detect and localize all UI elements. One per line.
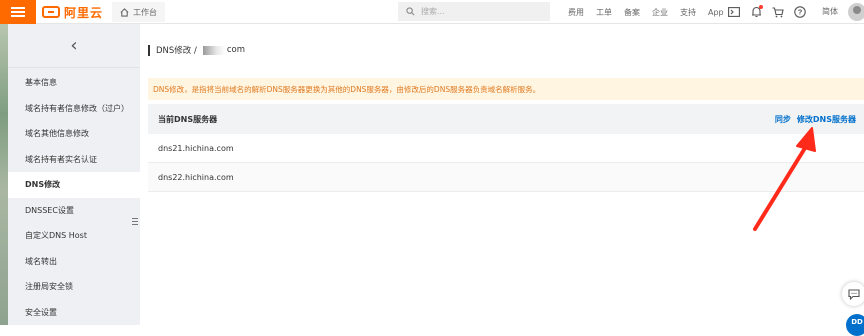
dns-server-value: dns22.hichina.com [158,172,234,182]
sidebar-item-real-name[interactable]: 域名持有者实名认证 [8,147,140,173]
workbench-button[interactable]: 工作台 [112,2,165,22]
sidebar-item-other-info[interactable]: 域名其他信息修改 [8,121,140,147]
avatar[interactable] [848,3,864,21]
chat-icon[interactable] [842,282,864,306]
redacted-domain [202,45,225,55]
sidebar-item-security[interactable]: 安全设置 [8,300,140,326]
home-icon [120,7,129,17]
menu-icon[interactable] [0,0,36,24]
back-chevron-icon[interactable]: ‹ [8,24,140,68]
language-switcher[interactable]: 简体 [822,6,838,17]
cart-icon[interactable] [772,6,784,18]
dns-server-value: dns21.hichina.com [158,143,234,153]
nav-link-tickets[interactable]: 工单 [590,7,618,18]
workbench-label: 工作台 [133,7,157,17]
breadcrumb: DNS修改 / com [148,44,245,56]
info-notice: DNS修改，是指将当前域名的解析DNS服务器更换为其他的DNS服务器，由修改后的… [148,78,864,100]
search-input[interactable]: 搜索... [398,2,550,21]
modify-dns-server-link[interactable]: 修改DNS服务器 [797,114,856,125]
assistant-badge[interactable]: DD [846,314,864,336]
bell-icon[interactable] [750,5,763,18]
top-nav-links: 费用 工单 备案 企业 支持 App [562,0,730,24]
column-header-dns-server: 当前DNS服务器 [158,114,218,124]
nav-link-enterprise[interactable]: 企业 [646,7,674,18]
nav-link-support[interactable]: 支持 [674,7,702,18]
help-icon[interactable]: ? [794,6,806,18]
nav-link-icp[interactable]: 备案 [618,7,646,18]
notification-dot [759,5,763,9]
terminal-icon[interactable] [728,6,740,18]
top-navigation-bar: 阿里云 工作台 搜索... 费用 工单 备案 企业 支持 App ? 简体 [0,0,864,24]
table-actions: 同步 修改DNS服务器 [775,114,856,125]
table-row: dns22.hichina.com [148,163,864,192]
sidebar-drag-handle[interactable] [130,214,140,228]
table-header: 当前DNS服务器 同步 修改DNS服务器 [148,104,864,134]
top-nav-icons: ? [728,0,806,24]
sidebar-item-dnssec[interactable]: DNSSEC设置 [8,198,140,224]
nav-link-app[interactable]: App [702,8,730,17]
search-placeholder: 搜索... [421,7,445,16]
title-marker [148,44,150,56]
table-row: dns21.hichina.com [148,134,864,163]
nav-link-fees[interactable]: 费用 [562,7,590,18]
sync-link[interactable]: 同步 [775,114,791,125]
sidebar-item-transfer-out[interactable]: 域名转出 [8,249,140,275]
sidebar-item-dns-modify[interactable]: DNS修改 [8,172,140,198]
sidebar-menu: 基本信息 域名持有者信息修改（过户） 域名其他信息修改 域名持有者实名认证 DN… [8,70,140,325]
background-strip [0,24,8,325]
sidebar-item-custom-dns-host[interactable]: 自定义DNS Host [8,223,140,249]
sidebar: ‹ 基本信息 域名持有者信息修改（过户） 域名其他信息修改 域名持有者实名认证 … [0,24,140,325]
logo-mark-icon [42,6,60,18]
brand-name: 阿里云 [64,5,104,20]
main-content: DNS修改 / com DNS修改，是指将当前域名的解析DNS服务器更换为其他的… [140,24,864,325]
sidebar-item-owner-transfer[interactable]: 域名持有者信息修改（过户） [8,96,140,122]
sidebar-item-basic-info[interactable]: 基本信息 [8,70,140,96]
dns-server-table: 当前DNS服务器 同步 修改DNS服务器 dns21.hichina.com d… [148,104,864,192]
brand-logo[interactable]: 阿里云 [42,4,103,20]
breadcrumb-domain-suffix: com [226,45,246,55]
sidebar-item-registry-lock[interactable]: 注册局安全锁 [8,274,140,300]
svg-text:?: ? [798,8,803,17]
breadcrumb-section: DNS修改 / [156,46,197,56]
search-icon [406,7,415,16]
